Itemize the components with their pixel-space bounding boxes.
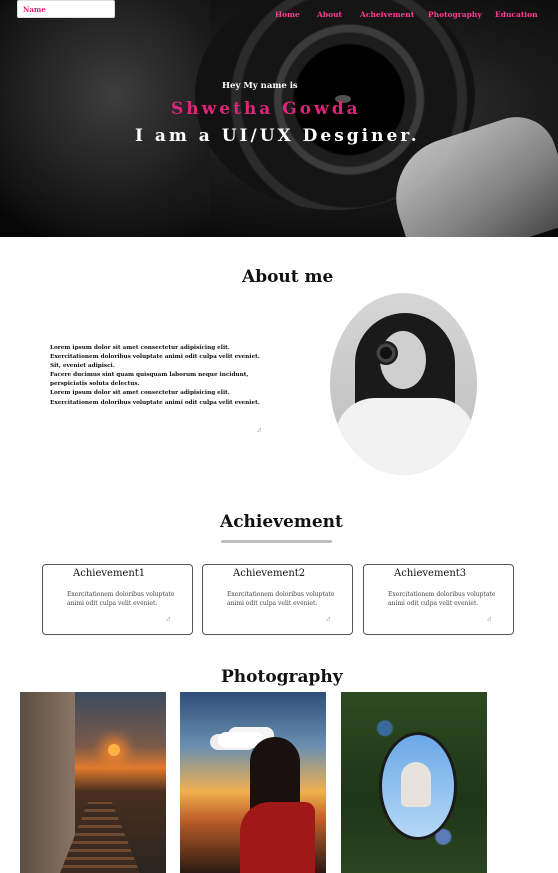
nav-achievement-link[interactable]: Acheivement [360,10,414,19]
photo-sun [108,744,120,756]
photo-rock [20,692,75,873]
gallery-photo-sunset-stairs[interactable] [20,692,166,873]
hero-name: Shwetha Gowda [171,99,361,119]
name-input[interactable] [17,0,115,18]
achievement-card-title: Achievement3 [394,568,467,579]
achievement-title: Achievement [220,512,343,532]
achievement-card-title: Achievement2 [233,568,306,579]
gallery-photo-mirror-flowers[interactable] [341,692,487,873]
profile-photo [330,293,477,475]
profile-photo-shirt [335,398,475,475]
photography-title: Photography [221,667,343,687]
hero-role: I am a UI/UX Desginer. [135,126,420,146]
about-title: About me [242,267,334,287]
achievement-card-2: Achievement2 Exercitationem doloribus vo… [202,564,353,635]
achievement-card-title: Achievement1 [73,568,146,579]
achievement-card-1: Achievement1 Exercitationem doloribus vo… [42,564,193,635]
achievement-card-text[interactable]: Exercitationem doloribus voluptate animi… [227,590,337,608]
photo-dress [240,802,315,873]
resize-handle-icon[interactable]: ◿ [487,616,491,622]
profile-photo-camera [374,341,398,365]
achievement-card-text[interactable]: Exercitationem doloribus voluptate animi… [67,590,177,608]
achievement-card-text[interactable]: Exercitationem doloribus voluptate animi… [388,590,498,608]
nav-education-link[interactable]: Education [495,10,538,19]
resize-handle-icon[interactable]: ◿ [166,616,170,622]
resize-handle-icon[interactable]: ◿ [257,427,261,433]
resize-handle-icon[interactable]: ◿ [326,616,330,622]
nav-about-link[interactable]: About [317,10,342,19]
nav-home-link[interactable]: Home [275,10,300,19]
about-text: Lorem ipsum dolor sit amet consectetur a… [50,345,260,406]
nav-photography-link[interactable]: Photography [428,10,482,19]
achievement-card-3: Achievement3 Exercitationem doloribus vo… [363,564,514,635]
achievement-underline [221,540,332,543]
gallery-photo-cloud-woman[interactable] [180,692,326,873]
hero-greeting: Hey My name is [222,81,298,91]
photo-person [401,762,431,807]
